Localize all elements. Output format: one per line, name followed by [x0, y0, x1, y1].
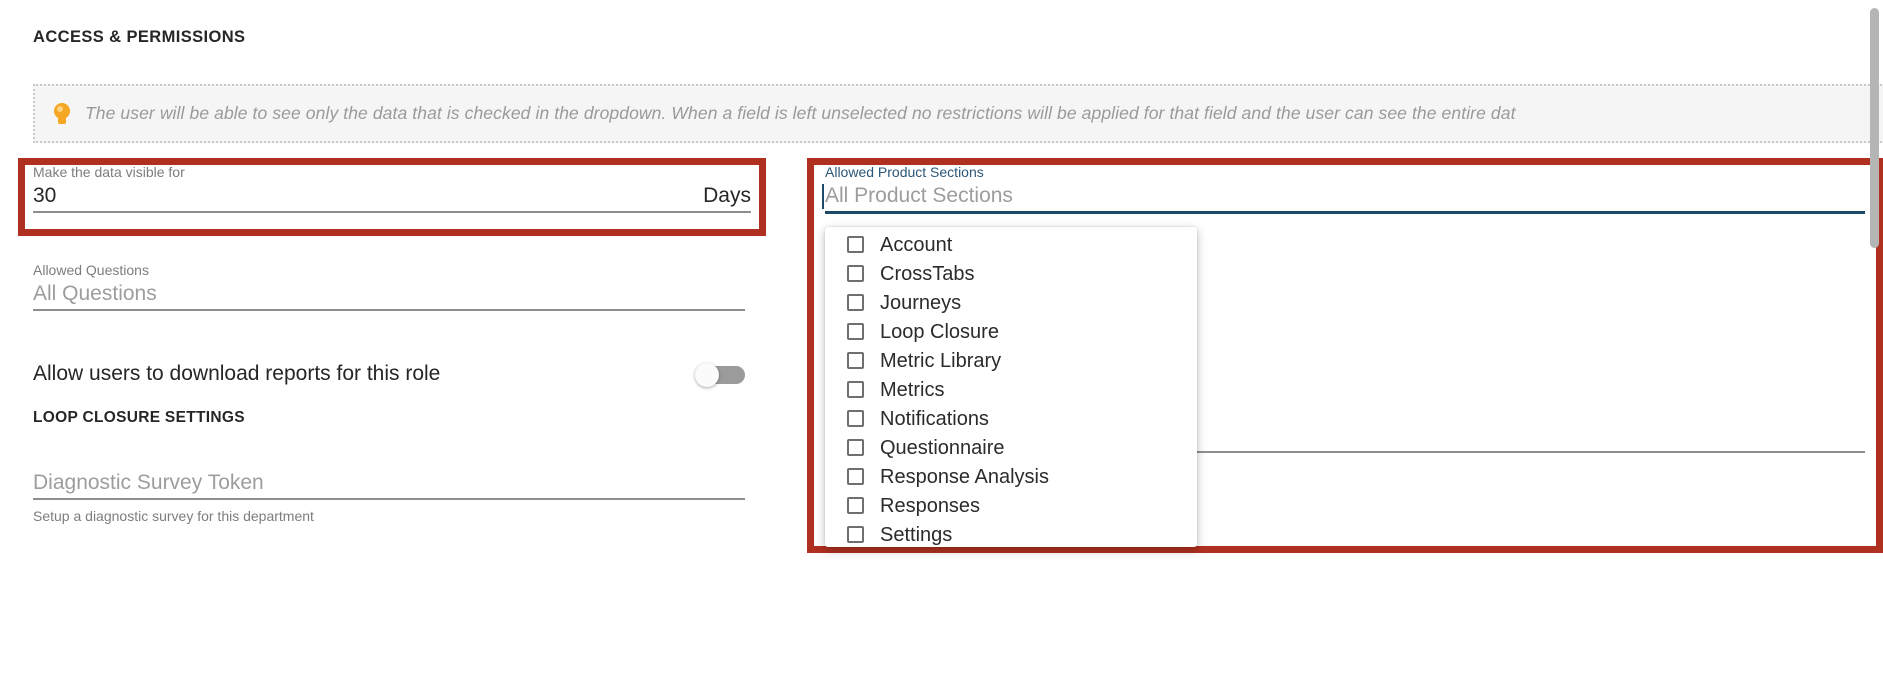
- dropdown-option-label: Questionnaire: [880, 436, 1005, 459]
- dropdown-option[interactable]: Response Analysis: [825, 462, 1197, 491]
- allowed-product-sections-placeholder: All Product Sections: [825, 184, 1013, 207]
- checkbox-icon[interactable]: [847, 352, 864, 369]
- dropdown-option-label: Response Analysis: [880, 465, 1049, 488]
- access-permissions-panel: ACCESS & PERMISSIONS The user will be ab…: [0, 0, 1883, 673]
- dropdown-option-label: CrossTabs: [880, 262, 975, 285]
- lightbulb-icon: [53, 102, 71, 126]
- dropdown-option[interactable]: Metrics: [825, 375, 1197, 404]
- dropdown-option-label: Responses: [880, 494, 981, 517]
- diagnostic-survey-token-input[interactable]: Diagnostic Survey Token: [33, 468, 264, 498]
- checkbox-icon[interactable]: [847, 265, 864, 282]
- checkbox-icon[interactable]: [847, 410, 864, 427]
- days-unit-label: Days: [703, 184, 751, 207]
- dropdown-option-label: Account: [880, 233, 953, 256]
- allowed-questions-label: Allowed Questions: [33, 262, 149, 278]
- dropdown-option[interactable]: Journeys: [825, 288, 1197, 317]
- dropdown-option-label: Journeys: [880, 291, 962, 314]
- dropdown-option-label: Settings: [880, 523, 953, 546]
- dropdown-option-label: Metrics: [880, 378, 945, 401]
- dropdown-option[interactable]: Responses: [825, 491, 1197, 520]
- checkbox-icon[interactable]: [847, 294, 864, 311]
- checkbox-icon[interactable]: [847, 497, 864, 514]
- text-caret: [822, 184, 824, 209]
- dropdown-option[interactable]: Settings: [825, 520, 1197, 547]
- checkbox-icon[interactable]: [847, 236, 864, 253]
- download-reports-label: Allow users to download reports for this…: [33, 362, 441, 385]
- checkbox-icon[interactable]: [847, 381, 864, 398]
- download-reports-toggle[interactable]: [695, 362, 745, 387]
- allowed-product-sections-field[interactable]: Allowed Product Sections All Product Sec…: [822, 163, 1865, 214]
- dropdown-option[interactable]: Questionnaire: [825, 433, 1197, 462]
- make-data-visible-input[interactable]: 30: [33, 181, 56, 211]
- info-banner-text: The user will be able to see only the da…: [85, 103, 1516, 123]
- dropdown-option-label: Loop Closure: [880, 320, 999, 343]
- dropdown-scrollbar[interactable]: [1870, 8, 1879, 248]
- page-title: ACCESS & PERMISSIONS: [33, 28, 246, 46]
- dropdown-option-label: Notifications: [880, 407, 989, 430]
- dropdown-option[interactable]: Metric Library: [825, 346, 1197, 375]
- toggle-thumb: [695, 362, 719, 387]
- make-data-visible-field[interactable]: Make the data visible for 30 Days: [33, 163, 751, 213]
- allowed-product-sections-label: Allowed Product Sections: [825, 164, 984, 180]
- diagnostic-survey-token-field[interactable]: Diagnostic Survey Token Setup a diagnost…: [33, 468, 745, 524]
- make-data-visible-underline: [33, 211, 751, 213]
- checkbox-icon[interactable]: [847, 323, 864, 340]
- allowed-questions-underline: [33, 309, 745, 311]
- product-sections-option-list: Account CrossTabs Journeys Loop Closure Metr…: [825, 227, 1197, 547]
- checkbox-icon[interactable]: [847, 526, 864, 543]
- make-data-visible-label: Make the data visible for: [33, 164, 185, 180]
- allowed-questions-input[interactable]: All Questions: [33, 279, 157, 309]
- allowed-product-sections-underline: [825, 211, 1865, 214]
- loop-closure-settings-heading: LOOP CLOSURE SETTINGS: [33, 409, 245, 426]
- diagnostic-survey-token-underline: [33, 498, 745, 500]
- dropdown-option-label: Metric Library: [880, 349, 1002, 372]
- dropdown-option[interactable]: Account: [825, 230, 1197, 259]
- product-sections-dropdown[interactable]: Account CrossTabs Journeys Loop Closure Metr…: [825, 227, 1197, 547]
- allowed-questions-field[interactable]: Allowed Questions All Questions: [33, 261, 745, 311]
- dropdown-option[interactable]: CrossTabs: [825, 259, 1197, 288]
- download-reports-row: Allow users to download reports for this…: [33, 362, 745, 387]
- diagnostic-survey-token-helper: Setup a diagnostic survey for this depar…: [33, 508, 314, 524]
- checkbox-icon[interactable]: [847, 468, 864, 485]
- checkbox-icon[interactable]: [847, 439, 864, 456]
- allowed-product-sections-input-wrap[interactable]: All Product Sections: [822, 181, 1013, 211]
- dropdown-option[interactable]: Loop Closure: [825, 317, 1197, 346]
- info-banner: The user will be able to see only the da…: [33, 84, 1883, 143]
- dropdown-option[interactable]: Notifications: [825, 404, 1197, 433]
